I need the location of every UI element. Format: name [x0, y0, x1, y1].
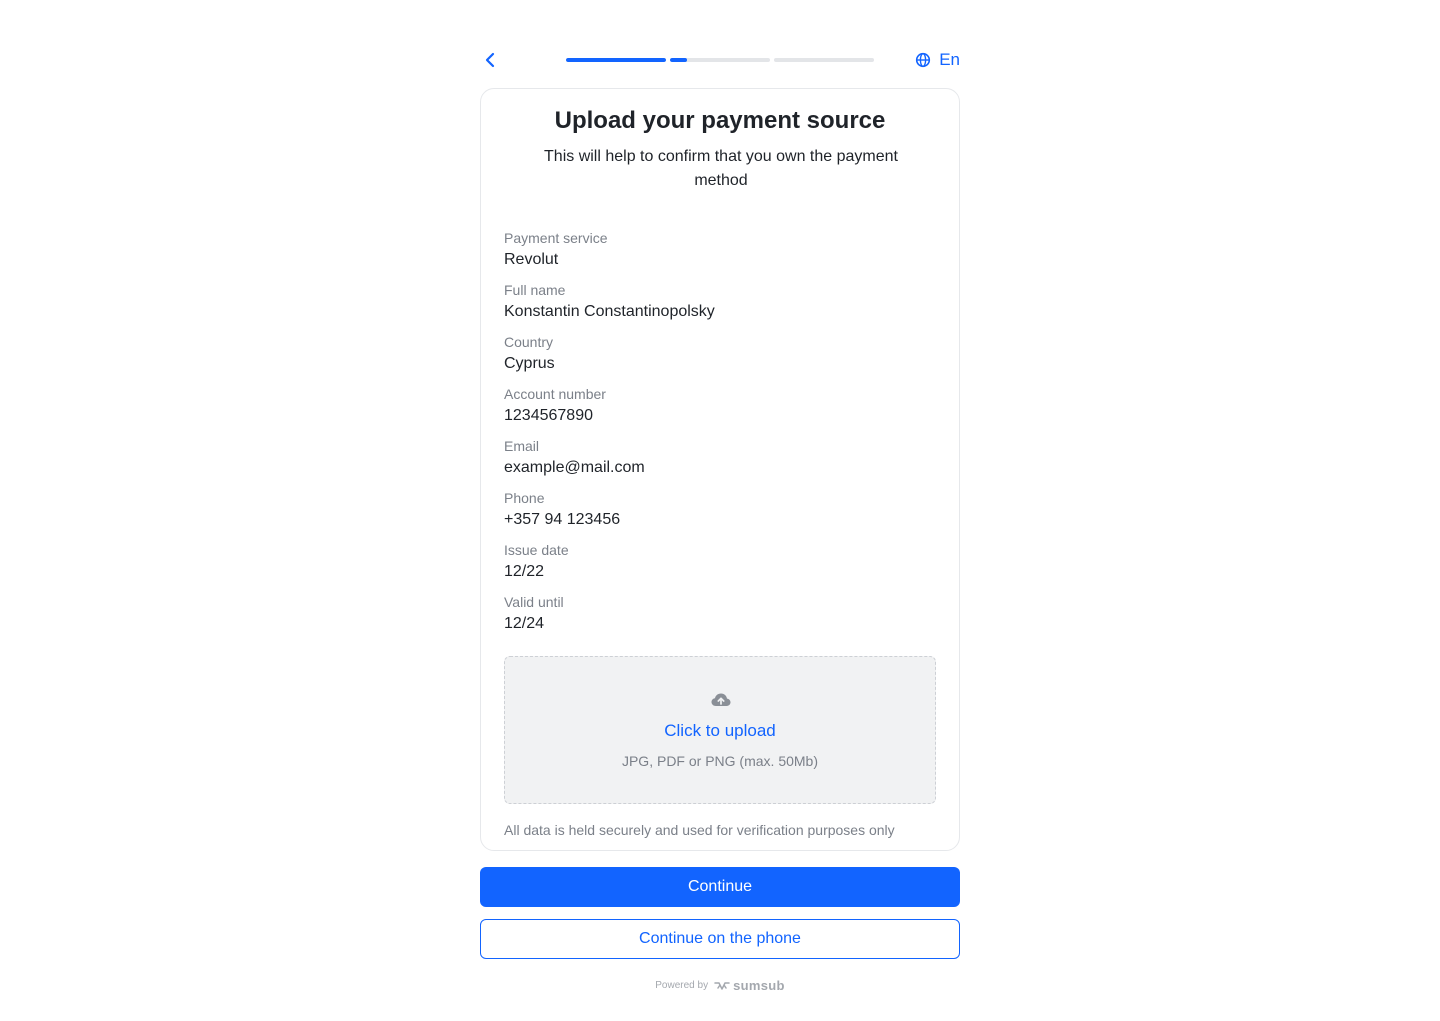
click-to-upload-link[interactable]: Click to upload — [505, 721, 935, 741]
field-label: Valid until — [504, 594, 564, 610]
cloud-upload-icon — [711, 693, 731, 706]
continue-button[interactable]: Continue — [480, 867, 960, 907]
sumsub-logo: sumsub — [714, 978, 785, 993]
field-value: 12/24 — [504, 615, 545, 632]
top-bar: En — [480, 44, 960, 76]
field-value: Revolut — [504, 251, 559, 268]
progress-step-2-fill — [670, 58, 687, 62]
field-value: Konstantin Constantinopolsky — [504, 303, 715, 320]
field-value: 12/22 — [504, 563, 545, 580]
field-value: Cyprus — [504, 355, 555, 372]
globe-icon — [916, 52, 931, 68]
language-label: En — [939, 50, 960, 69]
field-label: Account number — [504, 386, 606, 402]
chevron-left-icon — [485, 52, 495, 68]
field-phone: Phone +357 94 123456 — [504, 489, 936, 541]
progress-step-3 — [774, 58, 874, 62]
field-value: 1234567890 — [504, 407, 593, 424]
powered-by-label: Powered by — [655, 980, 709, 991]
payment-details-list: Payment service Revolut Full name Konsta… — [504, 229, 936, 645]
powered-by-footer: Powered by sumsub — [0, 978, 1440, 993]
field-full-name: Full name Konstantin Constantinopolsky — [504, 281, 936, 333]
field-label: Phone — [504, 490, 545, 506]
field-valid-until: Valid until 12/24 — [504, 593, 936, 645]
progress-step-2 — [670, 58, 770, 62]
field-country: Country Cyprus — [504, 333, 936, 385]
field-value: +357 94 123456 — [504, 511, 621, 528]
page-subtitle: This will help to confirm that you own t… — [544, 148, 898, 189]
field-issue-date: Issue date 12/22 — [504, 541, 936, 593]
field-account-number: Account number 1234567890 — [504, 385, 936, 437]
sumsub-brand-name: sumsub — [733, 978, 785, 993]
back-button[interactable] — [480, 50, 500, 70]
upload-hint: JPG, PDF or PNG (max. 50Mb) — [621, 753, 819, 769]
progress-step-1 — [566, 58, 666, 62]
field-label: Email — [504, 438, 540, 454]
field-value: example@mail.com — [504, 459, 645, 476]
language-selector[interactable]: En — [915, 48, 960, 72]
progress-step-1-fill — [566, 58, 666, 62]
sumsub-logo-icon — [714, 981, 730, 990]
security-note: All data is held securely and used for v… — [504, 822, 895, 838]
field-label: Country — [504, 334, 554, 350]
field-label: Payment service — [504, 230, 608, 246]
upload-dropzone[interactable]: Click to upload JPG, PDF or PNG (max. 50… — [504, 656, 936, 804]
payment-source-card: Upload your payment source This will hel… — [480, 88, 960, 851]
field-email: Email example@mail.com — [504, 437, 936, 489]
continue-on-phone-button[interactable]: Continue on the phone — [480, 919, 960, 959]
field-label: Full name — [504, 282, 566, 298]
page-title: Upload your payment source — [554, 107, 886, 134]
field-payment-service: Payment service Revolut — [504, 229, 936, 281]
step-progress — [566, 58, 874, 62]
field-label: Issue date — [504, 542, 569, 558]
